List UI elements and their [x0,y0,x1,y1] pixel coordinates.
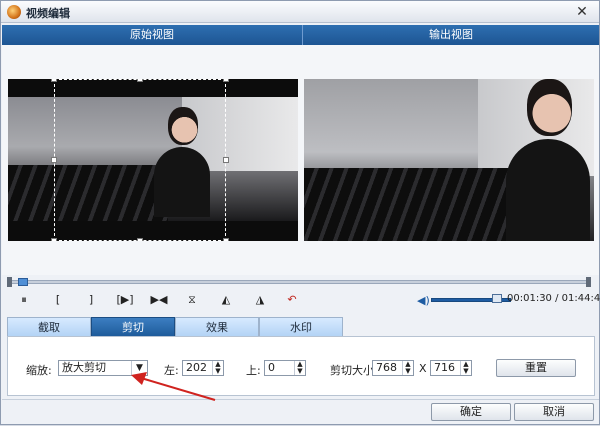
crop-handle-top-left[interactable] [51,79,57,82]
rotate-left-icon[interactable]: ◭ [215,291,237,309]
app-icon [7,5,21,19]
edit-tabs: 截取 剪切 效果 水印 [7,317,343,337]
crop-settings-panel: 缩放: 放大剪切 ▼ 左: 202 ▲ ▼ 上: 0 ▲ ▼ 剪切大小: 768 ▲… [7,336,595,396]
times-label: X [419,362,427,375]
top-offset-input[interactable]: 0 ▲ ▼ [264,360,306,376]
original-view [8,79,298,241]
zoom-label: 缩放: [26,364,52,377]
crop-handle-right[interactable] [223,157,229,163]
seek-bar[interactable] [7,277,591,287]
crop-height-value: 716 [434,361,455,374]
person-image-output [500,79,590,241]
left-offset-stepper[interactable]: ▲ ▼ [212,361,223,375]
crop-handle-bottom-right[interactable] [223,238,229,241]
play-selection-icon[interactable]: [▶] [114,291,136,309]
crop-handle-top[interactable] [137,79,143,82]
output-view [304,79,594,241]
crop-handle-bottom[interactable] [137,238,143,241]
title-bar: 视频编辑 ✕ [1,1,599,23]
top-label: 上: [246,364,261,377]
top-offset-stepper[interactable]: ▲ ▼ [294,361,305,375]
total-time: 01:44:46 [561,293,600,304]
left-offset-value: 202 [186,361,207,374]
seek-thumb[interactable] [17,278,28,286]
crop-handle-top-right[interactable] [223,79,229,82]
tab-crop[interactable]: 剪切 [91,317,175,337]
crop-size-label: 剪切大小: [330,364,378,377]
crop-width-value: 768 [376,361,397,374]
output-video-frame [304,79,594,241]
video-edit-window: 视频编辑 ✕ 原始视图 输出视图 ⏸ [] [▶] ▶◀ ⧖ ◭ ◮ ↶ ◀)… [0,0,600,425]
ok-button[interactable]: 确定 [431,403,511,421]
playback-controls: ⏸ [ ] [▶] ▶◀ ⧖ ◭ ◮ ↶ ◀) 00:01:30 / 01:44… [13,291,600,309]
top-offset-value: 0 [268,361,275,374]
mark-out-icon[interactable]: ] [80,291,102,309]
volume-thumb[interactable] [492,294,503,303]
crop-handle-bottom-left[interactable] [51,238,57,241]
tab-effect[interactable]: 效果 [175,317,259,337]
crop-handle-left[interactable] [51,157,57,163]
mark-in-icon[interactable]: [ [47,291,69,309]
crop-height-stepper[interactable]: ▲ ▼ [460,361,471,375]
cancel-button[interactable]: 取消 [514,403,594,421]
close-icon[interactable]: ✕ [573,3,591,21]
zoom-mode-select[interactable]: 放大剪切 ▼ [58,360,148,376]
original-video-frame [8,79,298,241]
undo-icon[interactable]: ↶ [281,291,303,309]
flip-vertical-icon[interactable]: ⧖ [181,291,203,309]
crop-height-input[interactable]: 716 ▲ ▼ [430,360,472,376]
rotate-right-icon[interactable]: ◮ [249,291,271,309]
chevron-down-icon[interactable]: ▼ [131,361,147,375]
seek-start-marker[interactable] [7,277,12,287]
crop-selection-box[interactable] [51,79,229,241]
left-offset-input[interactable]: 202 ▲ ▼ [182,360,224,376]
volume-icon[interactable]: ◀) [417,294,430,307]
left-label: 左: [164,364,179,377]
tab-trim[interactable]: 截取 [7,317,91,337]
window-title: 视频编辑 [26,7,70,20]
tab-watermark[interactable]: 水印 [259,317,343,337]
output-view-header: 输出视图 [302,25,599,45]
go-to-start-end-icon[interactable]: ▶◀ [148,291,170,309]
preview-area [2,45,599,275]
crop-width-stepper[interactable]: ▲ ▼ [402,361,413,375]
crop-width-input[interactable]: 768 ▲ ▼ [372,360,414,376]
reset-button[interactable]: 重置 [496,359,576,377]
time-separator: / [551,293,562,304]
current-time: 00:01:30 [507,293,552,304]
pause-icon[interactable]: ⏸ [13,291,35,309]
original-view-header: 原始视图 [2,25,302,45]
time-readout: 00:01:30 / 01:44:46 [507,293,600,304]
zoom-mode-value: 放大剪切 [62,361,106,374]
seek-end-marker[interactable] [586,277,591,287]
